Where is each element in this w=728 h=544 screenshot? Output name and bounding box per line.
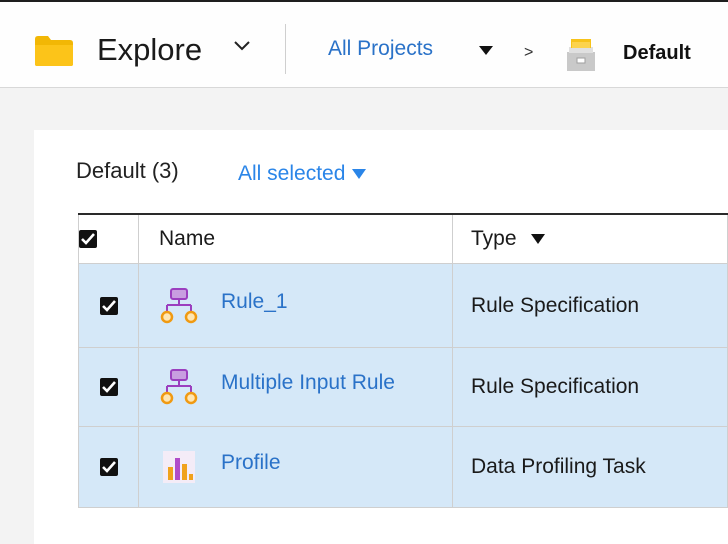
folder-icon: [35, 36, 73, 66]
app-title[interactable]: Explore: [97, 32, 202, 68]
breadcrumb-all-projects[interactable]: All Projects: [328, 37, 433, 61]
column-header-name-label: Name: [159, 227, 216, 250]
breadcrumb-separator: >: [524, 44, 534, 61]
asset-name-link[interactable]: Multiple Input Rule: [221, 371, 395, 395]
row-checkbox-cell: [78, 426, 139, 508]
table-row[interactable]: Profile Data Profiling Task: [78, 426, 728, 508]
asset-table: Name Type Rule_1 Rule Specification Mult…: [78, 213, 728, 508]
archive-box-icon: [567, 39, 595, 71]
rule-specification-icon: [160, 287, 198, 323]
row-type-cell: Rule Specification: [452, 347, 728, 427]
panel-heading: Default (3): [76, 158, 179, 183]
table-row[interactable]: Multiple Input Rule Rule Specification: [78, 347, 728, 427]
data-profiling-icon: [163, 451, 195, 483]
table-row[interactable]: Rule_1 Rule Specification: [78, 263, 728, 348]
breadcrumb-current: Default: [623, 42, 691, 64]
row-checkbox[interactable]: [99, 296, 118, 315]
selection-dropdown[interactable]: All selected: [238, 162, 367, 186]
row-checkbox-cell: [78, 263, 139, 348]
caret-down-icon[interactable]: [352, 169, 367, 180]
row-name-cell: Multiple Input Rule: [138, 347, 453, 427]
column-header-name[interactable]: Name: [138, 213, 453, 264]
row-name-cell: Rule_1: [138, 263, 453, 348]
sort-caret-icon[interactable]: [530, 234, 545, 245]
row-checkbox[interactable]: [99, 458, 118, 477]
rule-specification-icon: [160, 369, 198, 405]
row-checkbox[interactable]: [99, 378, 118, 397]
chevron-down-icon[interactable]: [233, 40, 251, 52]
row-checkbox-cell: [78, 347, 139, 427]
header-divider: [285, 24, 286, 74]
select-all-cell: [78, 213, 139, 264]
checkmark-icon: [101, 381, 116, 394]
content-panel: Default (3) All selected Name Type Rule_…: [34, 130, 728, 544]
selection-dropdown-label[interactable]: All selected: [238, 162, 345, 185]
top-bar: Explore All Projects > Default: [0, 0, 728, 88]
checkmark-icon: [101, 300, 116, 312]
asset-name-link[interactable]: Rule_1: [221, 290, 288, 314]
row-type-cell: Rule Specification: [452, 263, 728, 348]
asset-name-link[interactable]: Profile: [221, 451, 281, 475]
caret-down-icon[interactable]: [478, 45, 494, 56]
select-all-checkbox[interactable]: [79, 230, 97, 249]
checkmark-icon: [101, 461, 116, 474]
row-type-cell: Data Profiling Task: [452, 426, 728, 508]
column-header-type[interactable]: Type: [452, 213, 728, 264]
checkmark-icon: [81, 233, 95, 246]
table-header-row: Name Type: [78, 213, 728, 264]
row-name-cell: Profile: [138, 426, 453, 508]
column-header-type-label: Type: [471, 227, 517, 250]
